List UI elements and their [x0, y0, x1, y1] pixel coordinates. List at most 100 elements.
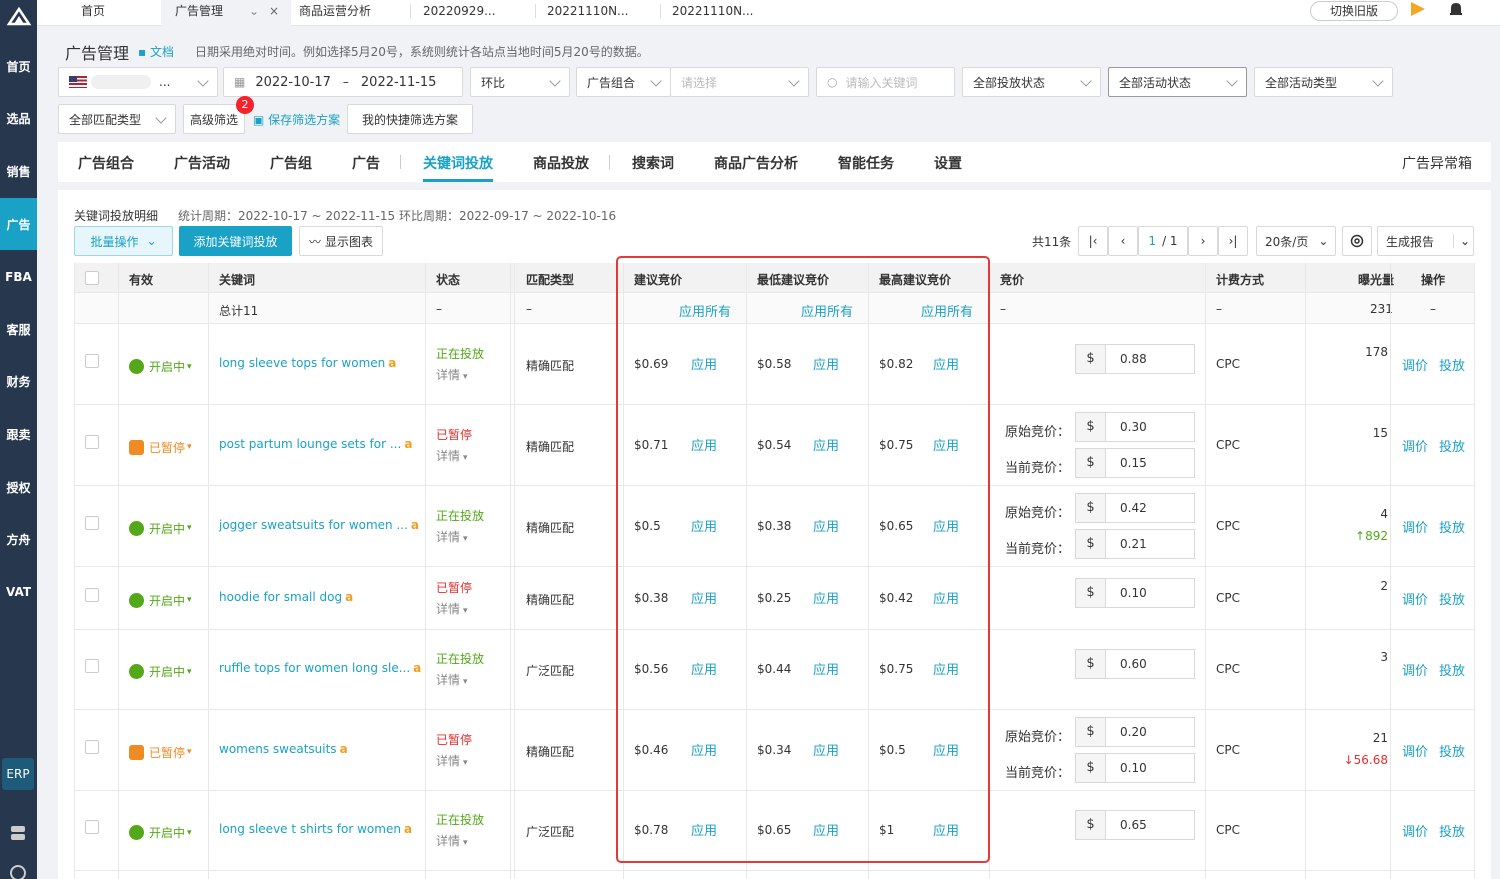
store-select[interactable]: ... — [58, 67, 218, 97]
current-bid-input[interactable]: $0.10 — [1075, 752, 1195, 783]
save-scheme-link[interactable]: ▣ 保存筛选方案 — [253, 111, 340, 128]
apply-suggested-link[interactable]: 应用 — [691, 516, 717, 535]
row-keyword[interactable]: jogger sweatsuits for women ... a — [219, 518, 419, 532]
row-detail-link[interactable]: 详情 ▾ — [436, 528, 468, 545]
apply-all-max-link[interactable]: 应用所有 — [921, 301, 973, 320]
select-all-checkbox[interactable] — [85, 271, 99, 285]
row-valid-toggle[interactable]: 已暂停 ▾ — [129, 744, 192, 761]
activity-status-select[interactable]: 全部活动状态 — [1108, 67, 1247, 97]
bid-input[interactable]: $0.60 — [1075, 649, 1195, 679]
tab-search-terms[interactable]: 搜索词 — [632, 153, 674, 173]
sidebar-item-ads[interactable]: 广告 — [0, 197, 37, 251]
batch-operation-button[interactable]: 批量操作 ⌄ — [74, 226, 173, 256]
row-valid-toggle[interactable]: 开启中 ▾ — [129, 663, 192, 680]
adjust-bid-link[interactable]: 调价 — [1402, 355, 1428, 374]
row-checkbox[interactable] — [85, 434, 99, 449]
keyword-link[interactable]: long sleeve tops for women — [219, 356, 385, 370]
tab-product-ad-analysis[interactable]: 商品广告分析 — [714, 153, 798, 173]
row-valid-toggle[interactable]: 已暂停 ▾ — [129, 439, 192, 456]
close-icon[interactable]: × — [269, 0, 279, 22]
tab-campaign[interactable]: 广告活动 — [174, 153, 230, 173]
keyword-link[interactable]: hoodie for small dog — [219, 590, 342, 604]
tab-report-1[interactable]: 20220929... — [409, 0, 529, 26]
original-bid-input[interactable]: $0.20 — [1075, 716, 1195, 747]
row-checkbox[interactable] — [85, 587, 99, 602]
row-checkbox[interactable] — [85, 659, 99, 673]
deliver-link[interactable]: 投放 — [1439, 436, 1465, 455]
apply-suggested-link[interactable]: 应用 — [691, 659, 717, 678]
apply-min-link[interactable]: 应用 — [813, 740, 839, 759]
row-valid-toggle[interactable]: 开启中 ▾ — [129, 824, 192, 841]
apply-max-link[interactable]: 应用 — [933, 820, 959, 839]
help-icon[interactable] — [9, 864, 27, 879]
adjust-bid-link[interactable]: 调价 — [1402, 660, 1428, 679]
apply-min-link[interactable]: 应用 — [813, 435, 839, 454]
row-valid-toggle[interactable]: 开启中 ▾ — [129, 358, 192, 375]
sidebar-item-follow-sell[interactable]: 跟卖 — [0, 408, 37, 461]
row-checkbox[interactable] — [85, 739, 99, 754]
row-keyword[interactable]: womens sweatsuits a — [219, 742, 348, 756]
apply-max-link[interactable]: 应用 — [933, 354, 959, 373]
advanced-filter-button[interactable]: 高级筛选 — [183, 104, 245, 134]
apply-suggested-link[interactable]: 应用 — [691, 820, 717, 839]
apply-suggested-link[interactable]: 应用 — [691, 588, 717, 607]
page-size-select[interactable]: 20条/页 ⌄ — [1256, 226, 1336, 256]
deliver-link[interactable]: 投放 — [1439, 589, 1465, 608]
row-detail-link[interactable]: 详情 ▾ — [436, 366, 468, 383]
activity-type-select[interactable]: 全部活动类型 — [1254, 67, 1393, 97]
apply-max-link[interactable]: 应用 — [933, 588, 959, 607]
adjust-bid-link[interactable]: 调价 — [1402, 517, 1428, 536]
sidebar-item-home[interactable]: 首页 — [0, 40, 37, 93]
apply-max-link[interactable]: 应用 — [933, 516, 959, 535]
tab-report-3[interactable]: 20221110N... — [658, 0, 778, 26]
row-detail-link[interactable]: 详情 ▾ — [436, 447, 468, 464]
sidebar-item-auth[interactable]: 授权 — [0, 461, 37, 514]
original-bid-input[interactable]: $0.30 — [1075, 411, 1195, 442]
generate-report-button[interactable]: 生成报告 ⌄ — [1377, 226, 1474, 256]
apply-suggested-link[interactable]: 应用 — [691, 435, 717, 454]
row-checkbox[interactable] — [85, 354, 99, 368]
sidebar-item-service[interactable]: 客服 — [0, 303, 37, 356]
row-keyword[interactable]: post partum lounge sets for ... a — [219, 437, 412, 451]
apply-suggested-link[interactable]: 应用 — [691, 354, 717, 373]
match-type-select[interactable]: 全部匹配类型 — [58, 104, 176, 134]
current-bid-input[interactable]: $0.15 — [1075, 447, 1195, 478]
row-valid-toggle[interactable]: 开启中 ▾ — [129, 592, 192, 609]
apply-max-link[interactable]: 应用 — [933, 435, 959, 454]
sidebar-item-selection[interactable]: 选品 — [0, 93, 37, 146]
keyword-search-input[interactable]: ○ 请输入关键词 — [816, 67, 955, 97]
row-detail-link[interactable]: 详情 ▾ — [436, 600, 468, 617]
keyword-link[interactable]: jogger sweatsuits for women ... — [219, 518, 408, 532]
sidebar-item-finance[interactable]: 财务 — [0, 356, 37, 409]
tab-portfolio[interactable]: 广告组合 — [78, 153, 134, 173]
keyword-link[interactable]: womens sweatsuits — [219, 742, 337, 756]
last-page-icon[interactable]: ›| — [1218, 226, 1248, 256]
row-keyword[interactable]: long sleeve tops for women a — [219, 356, 396, 370]
row-checkbox[interactable] — [85, 515, 99, 530]
prev-page-icon[interactable]: ‹ — [1108, 226, 1138, 256]
bid-input[interactable]: $0.10 — [1075, 577, 1195, 608]
apply-min-link[interactable]: 应用 — [813, 820, 839, 839]
apply-min-link[interactable]: 应用 — [813, 516, 839, 535]
tab-smart-tasks[interactable]: 智能任务 — [838, 153, 894, 173]
apply-min-link[interactable]: 应用 — [813, 354, 839, 373]
tab-settings[interactable]: 设置 — [934, 153, 962, 173]
current-bid-input[interactable]: $0.21 — [1075, 528, 1195, 559]
portfolio-type-select[interactable]: 广告组合 — [576, 67, 671, 97]
next-page-icon[interactable]: › — [1188, 226, 1218, 256]
apply-min-link[interactable]: 应用 — [813, 588, 839, 607]
gear-icon[interactable] — [1342, 226, 1372, 256]
row-checkbox[interactable] — [85, 820, 99, 834]
delivery-status-select[interactable]: 全部投放状态 — [962, 67, 1101, 97]
keyword-link[interactable]: ruffle tops for women long sle... — [219, 661, 410, 675]
tab-ad[interactable]: 广告 — [352, 153, 380, 173]
first-page-icon[interactable]: |‹ — [1078, 226, 1108, 256]
adjust-bid-link[interactable]: 调价 — [1402, 741, 1428, 760]
my-schemes-button[interactable]: 我的快捷筛选方案 — [347, 104, 473, 134]
bid-input[interactable]: $0.65 — [1075, 810, 1195, 840]
row-keyword[interactable]: long sleeve t shirts for women a — [219, 822, 412, 836]
row-detail-link[interactable]: 详情 ▾ — [436, 671, 468, 688]
chevron-down-icon[interactable]: ⌄ — [249, 0, 259, 22]
switch-old-version-button[interactable]: 切换旧版 — [1310, 1, 1398, 21]
adjust-bid-link[interactable]: 调价 — [1402, 821, 1428, 840]
